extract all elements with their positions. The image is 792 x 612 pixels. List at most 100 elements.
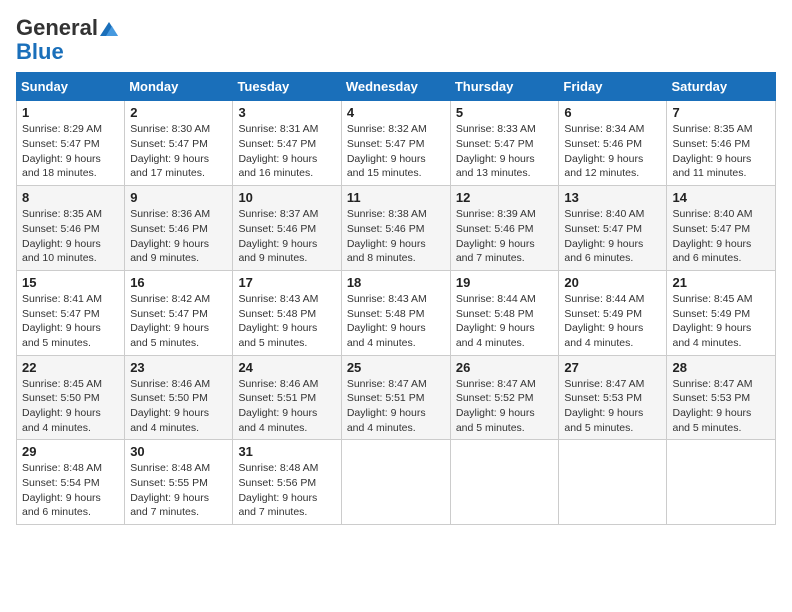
day-header-saturday: Saturday [667,73,776,101]
calendar-week-row: 15 Sunrise: 8:41 AMSunset: 5:47 PMDaylig… [17,270,776,355]
calendar-cell: 25 Sunrise: 8:47 AMSunset: 5:51 PMDaylig… [341,355,450,440]
calendar-cell: 5 Sunrise: 8:33 AMSunset: 5:47 PMDayligh… [450,101,559,186]
day-number: 26 [456,360,554,375]
day-info: Sunrise: 8:48 AMSunset: 5:55 PMDaylight:… [130,461,227,520]
day-number: 14 [672,190,770,205]
calendar-week-row: 22 Sunrise: 8:45 AMSunset: 5:50 PMDaylig… [17,355,776,440]
day-number: 23 [130,360,227,375]
calendar-cell: 4 Sunrise: 8:32 AMSunset: 5:47 PMDayligh… [341,101,450,186]
day-header-friday: Friday [559,73,667,101]
day-info: Sunrise: 8:37 AMSunset: 5:46 PMDaylight:… [238,207,335,266]
logo: General Blue [16,16,118,64]
calendar-cell: 19 Sunrise: 8:44 AMSunset: 5:48 PMDaylig… [450,270,559,355]
calendar-cell: 26 Sunrise: 8:47 AMSunset: 5:52 PMDaylig… [450,355,559,440]
calendar-cell [341,440,450,525]
calendar-cell: 9 Sunrise: 8:36 AMSunset: 5:46 PMDayligh… [125,186,233,271]
calendar-cell: 7 Sunrise: 8:35 AMSunset: 5:46 PMDayligh… [667,101,776,186]
calendar-week-row: 29 Sunrise: 8:48 AMSunset: 5:54 PMDaylig… [17,440,776,525]
day-number: 11 [347,190,445,205]
calendar-cell: 3 Sunrise: 8:31 AMSunset: 5:47 PMDayligh… [233,101,341,186]
logo-area: General Blue [16,16,118,64]
day-number: 2 [130,105,227,120]
day-info: Sunrise: 8:44 AMSunset: 5:48 PMDaylight:… [456,292,554,351]
calendar-header-row: SundayMondayTuesdayWednesdayThursdayFrid… [17,73,776,101]
calendar: SundayMondayTuesdayWednesdayThursdayFrid… [16,72,776,525]
day-info: Sunrise: 8:31 AMSunset: 5:47 PMDaylight:… [238,122,335,181]
day-number: 5 [456,105,554,120]
day-info: Sunrise: 8:29 AMSunset: 5:47 PMDaylight:… [22,122,119,181]
calendar-cell [667,440,776,525]
calendar-cell: 27 Sunrise: 8:47 AMSunset: 5:53 PMDaylig… [559,355,667,440]
calendar-cell: 16 Sunrise: 8:42 AMSunset: 5:47 PMDaylig… [125,270,233,355]
calendar-cell: 12 Sunrise: 8:39 AMSunset: 5:46 PMDaylig… [450,186,559,271]
calendar-cell: 15 Sunrise: 8:41 AMSunset: 5:47 PMDaylig… [17,270,125,355]
day-header-tuesday: Tuesday [233,73,341,101]
day-info: Sunrise: 8:42 AMSunset: 5:47 PMDaylight:… [130,292,227,351]
logo-icon [100,22,118,36]
calendar-cell: 20 Sunrise: 8:44 AMSunset: 5:49 PMDaylig… [559,270,667,355]
calendar-cell: 21 Sunrise: 8:45 AMSunset: 5:49 PMDaylig… [667,270,776,355]
day-info: Sunrise: 8:35 AMSunset: 5:46 PMDaylight:… [22,207,119,266]
day-number: 28 [672,360,770,375]
calendar-cell: 28 Sunrise: 8:47 AMSunset: 5:53 PMDaylig… [667,355,776,440]
calendar-week-row: 8 Sunrise: 8:35 AMSunset: 5:46 PMDayligh… [17,186,776,271]
day-number: 24 [238,360,335,375]
day-info: Sunrise: 8:46 AMSunset: 5:51 PMDaylight:… [238,377,335,436]
calendar-week-row: 1 Sunrise: 8:29 AMSunset: 5:47 PMDayligh… [17,101,776,186]
day-number: 31 [238,444,335,459]
day-info: Sunrise: 8:48 AMSunset: 5:56 PMDaylight:… [238,461,335,520]
logo-general: General [16,15,98,40]
day-info: Sunrise: 8:40 AMSunset: 5:47 PMDaylight:… [564,207,661,266]
calendar-cell [450,440,559,525]
day-info: Sunrise: 8:45 AMSunset: 5:49 PMDaylight:… [672,292,770,351]
day-number: 18 [347,275,445,290]
day-info: Sunrise: 8:47 AMSunset: 5:51 PMDaylight:… [347,377,445,436]
day-info: Sunrise: 8:47 AMSunset: 5:53 PMDaylight:… [564,377,661,436]
day-info: Sunrise: 8:34 AMSunset: 5:46 PMDaylight:… [564,122,661,181]
day-info: Sunrise: 8:46 AMSunset: 5:50 PMDaylight:… [130,377,227,436]
day-header-sunday: Sunday [17,73,125,101]
day-info: Sunrise: 8:45 AMSunset: 5:50 PMDaylight:… [22,377,119,436]
day-info: Sunrise: 8:44 AMSunset: 5:49 PMDaylight:… [564,292,661,351]
day-number: 1 [22,105,119,120]
day-number: 17 [238,275,335,290]
calendar-cell: 29 Sunrise: 8:48 AMSunset: 5:54 PMDaylig… [17,440,125,525]
day-info: Sunrise: 8:33 AMSunset: 5:47 PMDaylight:… [456,122,554,181]
day-info: Sunrise: 8:43 AMSunset: 5:48 PMDaylight:… [347,292,445,351]
calendar-cell: 31 Sunrise: 8:48 AMSunset: 5:56 PMDaylig… [233,440,341,525]
day-number: 29 [22,444,119,459]
day-info: Sunrise: 8:47 AMSunset: 5:53 PMDaylight:… [672,377,770,436]
day-number: 13 [564,190,661,205]
day-info: Sunrise: 8:43 AMSunset: 5:48 PMDaylight:… [238,292,335,351]
calendar-cell: 8 Sunrise: 8:35 AMSunset: 5:46 PMDayligh… [17,186,125,271]
day-number: 9 [130,190,227,205]
calendar-cell: 17 Sunrise: 8:43 AMSunset: 5:48 PMDaylig… [233,270,341,355]
day-number: 8 [22,190,119,205]
header: General Blue [16,16,776,64]
calendar-cell: 10 Sunrise: 8:37 AMSunset: 5:46 PMDaylig… [233,186,341,271]
day-number: 15 [22,275,119,290]
day-number: 27 [564,360,661,375]
day-number: 3 [238,105,335,120]
day-number: 4 [347,105,445,120]
day-number: 20 [564,275,661,290]
day-number: 7 [672,105,770,120]
calendar-cell: 30 Sunrise: 8:48 AMSunset: 5:55 PMDaylig… [125,440,233,525]
calendar-cell: 24 Sunrise: 8:46 AMSunset: 5:51 PMDaylig… [233,355,341,440]
day-number: 6 [564,105,661,120]
calendar-cell: 11 Sunrise: 8:38 AMSunset: 5:46 PMDaylig… [341,186,450,271]
day-number: 30 [130,444,227,459]
calendar-cell: 14 Sunrise: 8:40 AMSunset: 5:47 PMDaylig… [667,186,776,271]
day-info: Sunrise: 8:39 AMSunset: 5:46 PMDaylight:… [456,207,554,266]
day-info: Sunrise: 8:47 AMSunset: 5:52 PMDaylight:… [456,377,554,436]
day-header-monday: Monday [125,73,233,101]
day-info: Sunrise: 8:35 AMSunset: 5:46 PMDaylight:… [672,122,770,181]
day-header-wednesday: Wednesday [341,73,450,101]
day-info: Sunrise: 8:40 AMSunset: 5:47 PMDaylight:… [672,207,770,266]
calendar-cell [559,440,667,525]
day-number: 22 [22,360,119,375]
day-header-thursday: Thursday [450,73,559,101]
calendar-cell: 23 Sunrise: 8:46 AMSunset: 5:50 PMDaylig… [125,355,233,440]
day-info: Sunrise: 8:32 AMSunset: 5:47 PMDaylight:… [347,122,445,181]
day-info: Sunrise: 8:48 AMSunset: 5:54 PMDaylight:… [22,461,119,520]
